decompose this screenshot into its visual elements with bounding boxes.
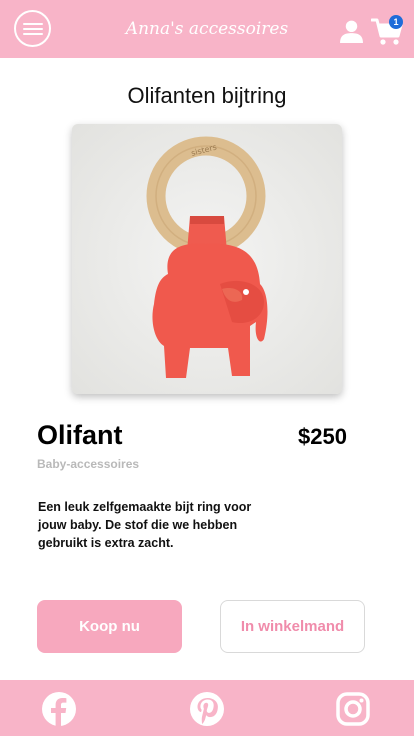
product-price: $250 (298, 424, 347, 449)
cart-count-badge: 1 (389, 15, 403, 29)
menu-button[interactable] (14, 10, 51, 47)
product-image: sisters (72, 124, 342, 394)
hamburger-line (23, 28, 43, 30)
footer (0, 680, 414, 736)
buy-now-button[interactable]: Koop nu (37, 600, 182, 653)
product-description: Een leuk zelfgemaakte bijt ring voor jou… (38, 500, 252, 550)
pinterest-icon[interactable] (189, 691, 225, 727)
user-icon[interactable] (339, 19, 364, 44)
product-category: Baby-accessoires (37, 457, 140, 471)
hamburger-line (23, 23, 43, 25)
instagram-icon[interactable] (335, 691, 371, 727)
brand-title[interactable]: Anna's accessoires (126, 19, 288, 39)
page-title: Olifanten bijtring (127, 83, 287, 108)
product-name: Olifant (37, 420, 123, 450)
facebook-icon[interactable] (41, 691, 77, 727)
add-to-cart-button[interactable]: In winkelmand (220, 600, 365, 653)
elephant-teether-illustration: sisters (72, 124, 342, 394)
app-header: Anna's accessoires 1 (0, 0, 414, 58)
hamburger-line (23, 33, 43, 35)
